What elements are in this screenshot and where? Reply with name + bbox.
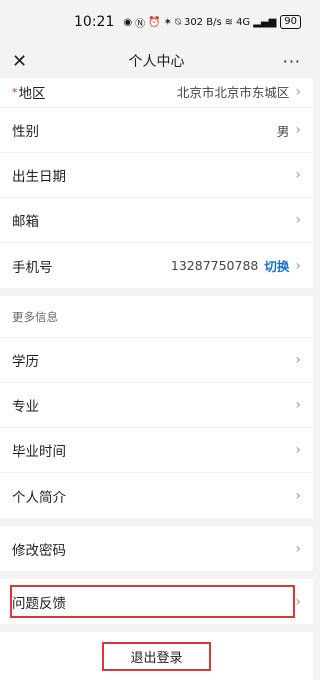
change-password-label: 修改密码 (12, 542, 66, 559)
signal-label: 4G (236, 16, 251, 28)
close-icon[interactable]: ✕ (12, 51, 27, 72)
basic-info-section: * 地区 北京市北京市东城区 › 性别 男 › 出生日期 › 邮箱 › 手机号 … (0, 78, 313, 288)
bio-label: 个人简介 (12, 489, 66, 506)
gender-row[interactable]: 性别 男 › (0, 108, 313, 153)
education-label: 学历 (12, 354, 39, 370)
phone-label: 手机号 (12, 259, 53, 276)
wifi-icon: ≋ (224, 16, 234, 28)
region-row[interactable]: * 地区 北京市北京市东城区 › (0, 78, 313, 108)
change-password-row[interactable]: 修改密码 › (0, 526, 313, 571)
nav-bar: ✕ 个人中心 ··· (0, 44, 313, 78)
status-bar: 10:21 ◉ Ⓝ ⏰ ✶ ⍉ 302 B/s ≋ 4G ▂▄▆ 90 (0, 0, 313, 44)
gender-label: 性别 (12, 124, 39, 140)
phone-row[interactable]: 手机号 13287750788 切换 › (0, 243, 313, 288)
logout-area: 退出登录 (0, 632, 313, 680)
chevron-right-icon: › (295, 257, 301, 274)
chevron-right-icon: › (295, 352, 301, 368)
phone-value: 13287750788 (170, 258, 259, 273)
chevron-right-icon: › (295, 442, 301, 458)
chevron-right-icon: › (295, 167, 301, 183)
major-label: 专业 (12, 399, 39, 415)
password-section: 修改密码 › (0, 526, 313, 571)
chevron-right-icon: › (295, 487, 301, 504)
chevron-right-icon: › (295, 593, 301, 610)
more-icon[interactable]: ··· (283, 52, 301, 71)
feedback-label: 问题反馈 (12, 595, 66, 612)
chevron-right-icon: › (295, 212, 301, 228)
required-mark: * (12, 85, 18, 99)
page-title: 个人中心 (128, 54, 185, 70)
feedback-section: 问题反馈 › (0, 579, 313, 624)
gender-value: 男 (276, 123, 290, 139)
section-header: 更多信息 (0, 296, 313, 338)
major-row[interactable]: 专业 › (0, 383, 313, 428)
alarm-icon: ⏰ (148, 16, 161, 28)
email-row[interactable]: 邮箱 › (0, 198, 313, 243)
network-speed: 302 B/s (183, 16, 222, 28)
mute-icon: ⍉ (174, 16, 181, 28)
chevron-right-icon: › (295, 83, 301, 100)
region-label: 地区 (18, 86, 46, 102)
chevron-right-icon: › (295, 397, 301, 413)
education-row[interactable]: 学历 › (0, 338, 313, 383)
switch-phone-link[interactable]: 切换 (264, 256, 289, 275)
battery-icon: 90 (280, 15, 301, 29)
region-value: 北京市北京市东城区 (176, 85, 290, 100)
feedback-row[interactable]: 问题反馈 › (0, 579, 313, 624)
signal-icon: ▂▄▆ (253, 16, 277, 28)
bio-row[interactable]: 个人简介 › (0, 473, 313, 518)
email-label: 邮箱 (12, 214, 39, 230)
birthdate-label: 出生日期 (12, 169, 66, 185)
chevron-right-icon: › (295, 122, 301, 138)
nfc-icon: Ⓝ (135, 18, 146, 30)
graduation-row[interactable]: 毕业时间 › (0, 428, 313, 473)
status-time: 10:21 (74, 14, 115, 30)
vibrate-icon: ✶ (163, 16, 172, 28)
graduation-label: 毕业时间 (12, 444, 66, 460)
more-info-section: 更多信息 学历 › 专业 › 毕业时间 › 个人简介 › (0, 296, 313, 518)
chevron-right-icon: › (295, 540, 301, 557)
birthdate-row[interactable]: 出生日期 › (0, 153, 313, 198)
logout-button[interactable]: 退出登录 (102, 641, 211, 671)
eye-icon: ◉ (123, 16, 133, 28)
